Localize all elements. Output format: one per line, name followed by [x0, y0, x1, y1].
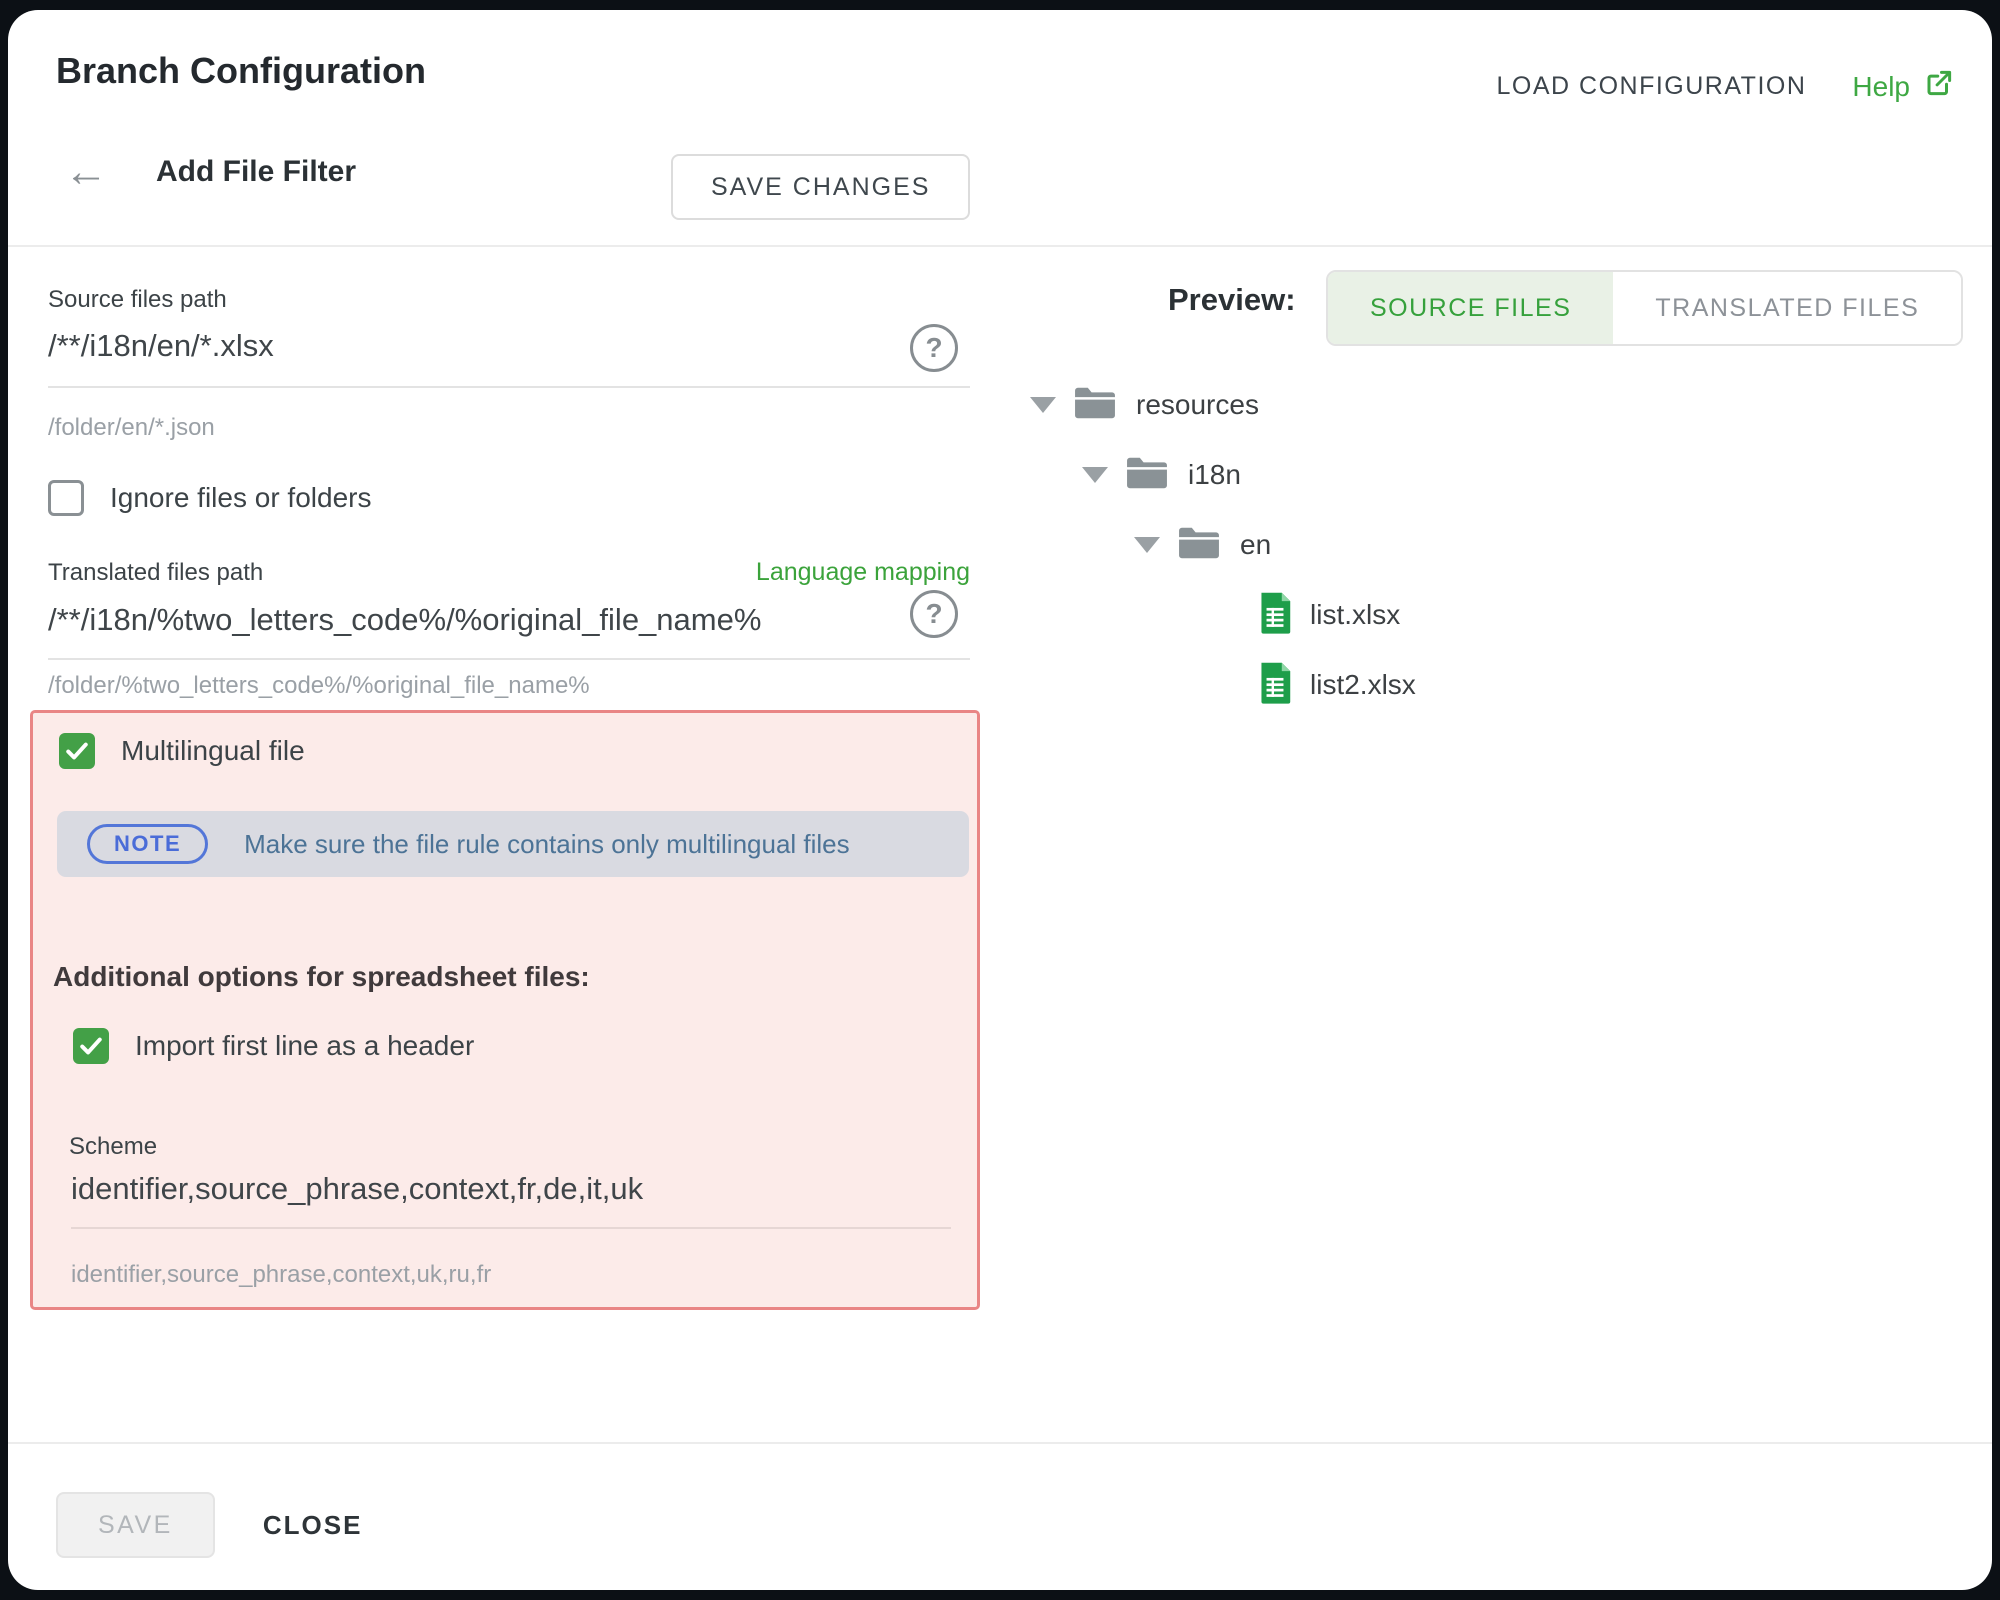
footer-divider: [8, 1442, 1992, 1444]
page-title: Branch Configuration: [56, 50, 426, 92]
chevron-down-icon[interactable]: [1134, 537, 1160, 553]
spreadsheet-file-icon: [1258, 591, 1292, 640]
tree-row-list.xlsx[interactable]: list.xlsx: [1030, 580, 1416, 650]
import-header-checkbox[interactable]: [73, 1028, 109, 1064]
header-divider: [8, 245, 1992, 247]
back-arrow-icon[interactable]: ←: [64, 150, 108, 194]
scheme-input[interactable]: identifier,source_phrase,context,fr,de,i…: [71, 1171, 951, 1229]
load-configuration-button[interactable]: LOAD CONFIGURATION: [1497, 72, 1807, 101]
tab-source-files[interactable]: SOURCE FILES: [1328, 272, 1613, 344]
preview-toggle: SOURCE FILES TRANSLATED FILES: [1326, 270, 1963, 346]
spreadsheet-file-icon: [1258, 661, 1292, 710]
source-path-help-icon[interactable]: ?: [910, 324, 958, 372]
branch-configuration-dialog: Branch Configuration LOAD CONFIGURATION …: [8, 10, 1992, 1590]
note-message: Make sure the file rule contains only mu…: [244, 829, 850, 860]
tree-row-i18n[interactable]: i18n: [1030, 440, 1416, 510]
language-mapping-link[interactable]: Language mapping: [756, 558, 970, 587]
source-files-path-label: Source files path: [48, 286, 227, 314]
import-header-checkbox-row[interactable]: Import first line as a header: [73, 1028, 474, 1064]
save-changes-button[interactable]: SAVE CHANGES: [671, 154, 970, 220]
tree-row-en[interactable]: en: [1030, 510, 1416, 580]
translated-path-help-icon[interactable]: ?: [910, 590, 958, 638]
source-path-hint: /folder/en/*.json: [48, 414, 215, 442]
translated-path-hint: /folder/%two_letters_code%/%original_fil…: [48, 672, 590, 700]
multilingual-checkbox-row[interactable]: Multilingual file: [59, 733, 305, 769]
chevron-down-icon[interactable]: [1082, 467, 1108, 483]
chevron-down-icon[interactable]: [1030, 397, 1056, 413]
file-tree: resources i18n en list.xlsx list2.xlsx: [1030, 370, 1416, 720]
import-header-label: Import first line as a header: [135, 1030, 474, 1062]
close-button[interactable]: CLOSE: [263, 1510, 363, 1541]
multilingual-checkbox[interactable]: [59, 733, 95, 769]
multilingual-label: Multilingual file: [121, 735, 305, 767]
tree-row-list2.xlsx[interactable]: list2.xlsx: [1030, 650, 1416, 720]
tree-row-resources[interactable]: resources: [1030, 370, 1416, 440]
ignore-files-label: Ignore files or folders: [110, 482, 371, 514]
folder-icon: [1072, 384, 1118, 427]
scheme-hint: identifier,source_phrase,context,uk,ru,f…: [71, 1261, 491, 1289]
tree-item-label: list.xlsx: [1310, 599, 1400, 631]
folder-icon: [1124, 454, 1170, 497]
note-banner: NOTE Make sure the file rule contains on…: [57, 811, 969, 877]
scheme-label: Scheme: [69, 1133, 157, 1161]
tree-item-label: resources: [1136, 389, 1259, 421]
preview-label: Preview:: [1168, 282, 1296, 318]
help-label: Help: [1852, 71, 1910, 103]
source-files-path-value: /**/i18n/en/*.xlsx: [48, 328, 970, 364]
translated-files-path-label: Translated files path: [48, 559, 263, 587]
source-files-path-input[interactable]: /**/i18n/en/*.xlsx ?: [48, 328, 970, 388]
tree-item-label: list2.xlsx: [1310, 669, 1416, 701]
spreadsheet-options-heading: Additional options for spreadsheet files…: [53, 961, 590, 993]
folder-icon: [1176, 524, 1222, 567]
tree-item-label: en: [1240, 529, 1271, 561]
tree-item-label: i18n: [1188, 459, 1241, 491]
translated-files-path-input[interactable]: /**/i18n/%two_letters_code%/%original_fi…: [48, 602, 970, 660]
note-badge: NOTE: [87, 824, 208, 864]
save-button[interactable]: SAVE: [56, 1492, 215, 1558]
ignore-files-checkbox-row[interactable]: Ignore files or folders: [48, 480, 371, 516]
ignore-files-checkbox[interactable]: [48, 480, 84, 516]
translated-files-path-value: /**/i18n/%two_letters_code%/%original_fi…: [48, 602, 970, 638]
multilingual-highlight-panel: Multilingual file NOTE Make sure the fil…: [30, 710, 980, 1310]
tab-translated-files[interactable]: TRANSLATED FILES: [1613, 272, 1961, 344]
scheme-value: identifier,source_phrase,context,fr,de,i…: [71, 1171, 951, 1207]
add-file-filter-title: Add File Filter: [156, 155, 356, 189]
external-link-icon: [1924, 68, 1954, 105]
help-link[interactable]: Help: [1852, 68, 1954, 105]
